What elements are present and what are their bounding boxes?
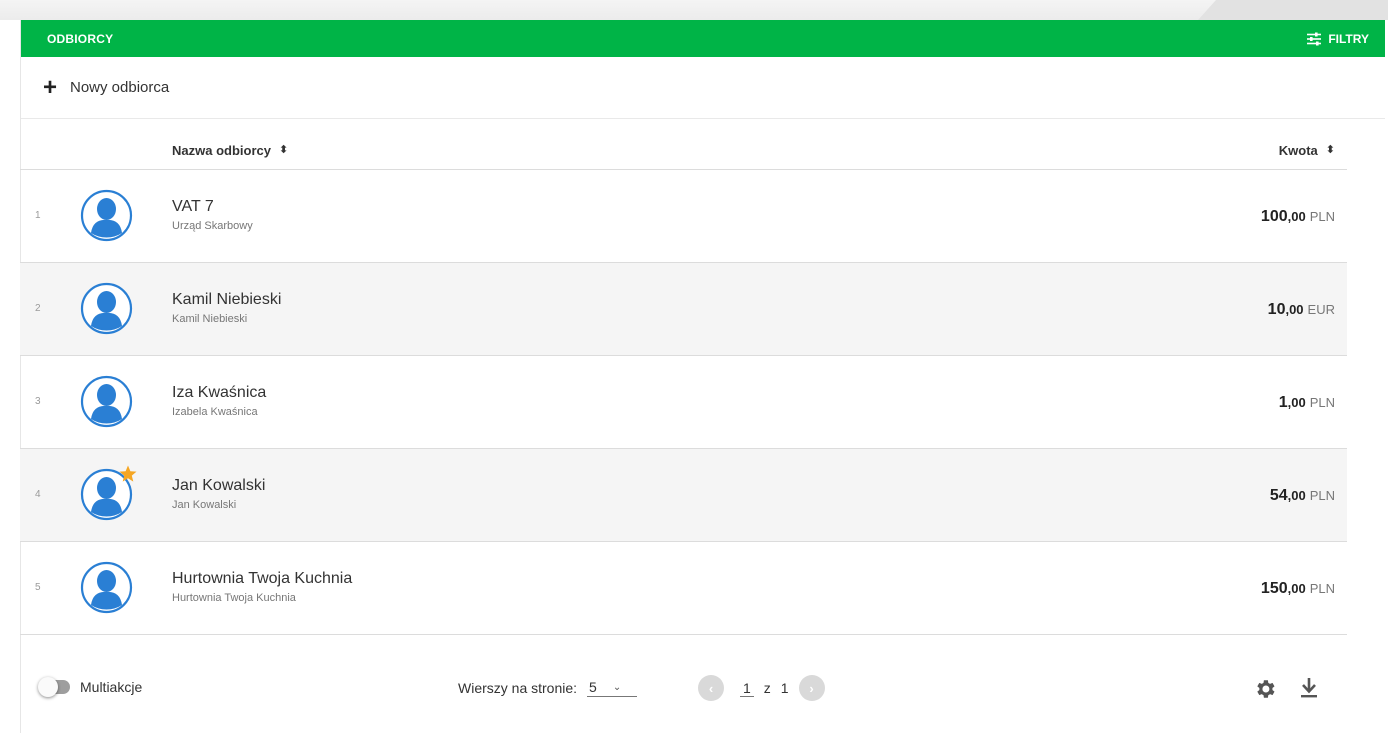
column-header-amount[interactable]: Kwota ⬍: [1279, 143, 1335, 158]
recipient-name: Hurtownia Twoja Kuchnia: [172, 570, 353, 587]
panel-header: ODBIORCY FILTRY: [21, 20, 1385, 57]
page-total: 1: [780, 680, 789, 696]
row-index: 4: [35, 489, 41, 500]
rows-per-page-value: 5: [589, 679, 597, 695]
recipient-amount: 1,00 PLN: [1279, 394, 1335, 412]
recipient-amount: 10,00 EUR: [1268, 301, 1335, 319]
table-footer: Multiakcje Wierszy na stronie: 5 ⌄ ‹ 1 z…: [20, 655, 1347, 711]
table-row[interactable]: 2 Kamil Niebieski Kamil Niebieski 10,00 E…: [20, 263, 1347, 356]
amount-integer: 10: [1267, 301, 1286, 318]
column-header-amount-label: Kwota: [1278, 143, 1318, 158]
amount-decimal: ,00: [1287, 488, 1306, 503]
pagination: ‹ 1 z 1 ›: [698, 675, 825, 701]
recipients-table: Nazwa odbiorcy ⬍ Kwota ⬍ 1 VAT 7 Urząd S…: [20, 133, 1347, 635]
sort-icon: ⬍: [278, 144, 289, 156]
amount-currency: EUR: [1307, 302, 1335, 317]
amount-decimal: ,00: [1287, 209, 1306, 224]
rows-per-page-select[interactable]: 5 ⌄: [587, 679, 638, 697]
multiactions-label: Multiakcje: [80, 679, 143, 695]
chevron-left-icon[interactable]: ‹: [698, 675, 724, 701]
plus-icon: +: [42, 73, 57, 101]
page-current[interactable]: 1: [740, 680, 754, 697]
row-index: 2: [35, 303, 41, 314]
recipient-subtitle: Kamil Niebieski: [172, 313, 248, 325]
panel-toolbar: + Nowy odbiorca: [21, 57, 1385, 119]
table-row[interactable]: 1 VAT 7 Urząd Skarbowy 100,00 PLN: [20, 170, 1347, 263]
amount-currency: PLN: [1309, 488, 1335, 503]
new-recipient-button[interactable]: + Nowy odbiorca: [41, 73, 170, 101]
user-avatar-icon: [80, 465, 137, 521]
filters-label: FILTRY: [1328, 31, 1369, 46]
sliders-icon: [1306, 32, 1322, 46]
recipient-subtitle: Jan Kowalski: [172, 499, 237, 511]
user-avatar-icon: [80, 561, 133, 614]
chevron-right-icon[interactable]: ›: [798, 675, 825, 701]
download-icon[interactable]: [1299, 677, 1319, 704]
column-header-name-label: Nazwa odbiorcy: [172, 143, 271, 158]
sort-icon: ⬍: [1325, 144, 1335, 156]
recipient-subtitle: Hurtownia Twoja Kuchnia: [172, 592, 296, 604]
recipient-amount: 150,00 PLN: [1261, 580, 1335, 598]
gear-icon[interactable]: [1253, 677, 1277, 706]
multiactions-toggle[interactable]: Multiakcje: [38, 677, 143, 697]
table-row[interactable]: 5 Hurtownia Twoja Kuchnia Hurtownia Twoj…: [20, 542, 1347, 635]
recipient-subtitle: Urząd Skarbowy: [172, 220, 253, 232]
amount-integer: 150: [1260, 580, 1288, 597]
row-index: 1: [35, 210, 41, 221]
amount-integer: 54: [1269, 487, 1288, 504]
table-row[interactable]: 3 Iza Kwaśnica Izabela Kwaśnica 1,00 PLN: [20, 356, 1347, 449]
user-avatar-icon: [80, 375, 133, 428]
recipient-name: Iza Kwaśnica: [172, 384, 267, 401]
recipient-name: Jan Kowalski: [172, 477, 266, 494]
rows-per-page-label: Wierszy na stronie:: [458, 680, 578, 696]
amount-decimal: ,00: [1287, 581, 1306, 596]
toggle-knob: [38, 677, 58, 697]
star-icon: [118, 464, 138, 484]
row-index: 5: [35, 582, 41, 593]
table-row[interactable]: 4 Jan Kowalski Jan Kowalski 54,00 PLN: [20, 449, 1347, 542]
recipient-subtitle: Izabela Kwaśnica: [172, 406, 258, 418]
amount-integer: 100: [1260, 208, 1288, 225]
recipient-amount: 100,00 PLN: [1261, 208, 1335, 226]
recipient-name: Kamil Niebieski: [172, 291, 282, 308]
new-recipient-label: Nowy odbiorca: [70, 79, 170, 96]
row-index: 3: [35, 396, 41, 407]
user-avatar-icon: [80, 189, 133, 242]
window-top-decoration: [1198, 0, 1388, 20]
rows-per-page: Wierszy na stronie: 5 ⌄: [458, 679, 638, 697]
amount-currency: PLN: [1309, 209, 1335, 224]
page-separator: z: [763, 680, 771, 696]
window-top-strip: [0, 0, 1388, 20]
amount-currency: PLN: [1309, 581, 1335, 596]
amount-currency: PLN: [1309, 395, 1335, 410]
table-header: Nazwa odbiorcy ⬍ Kwota ⬍: [20, 133, 1347, 170]
user-avatar-icon: [80, 282, 133, 335]
column-header-name[interactable]: Nazwa odbiorcy ⬍: [172, 143, 288, 158]
recipient-amount: 54,00 PLN: [1270, 487, 1335, 505]
chevron-down-icon: ⌄: [612, 681, 622, 693]
toggle-switch[interactable]: [38, 677, 70, 697]
amount-decimal: ,00: [1287, 395, 1306, 410]
amount-integer: 1: [1278, 394, 1288, 411]
recipient-name: VAT 7: [172, 198, 214, 215]
filters-button[interactable]: FILTRY: [1306, 32, 1369, 46]
panel-title: ODBIORCY: [47, 31, 114, 46]
amount-decimal: ,00: [1285, 302, 1304, 317]
